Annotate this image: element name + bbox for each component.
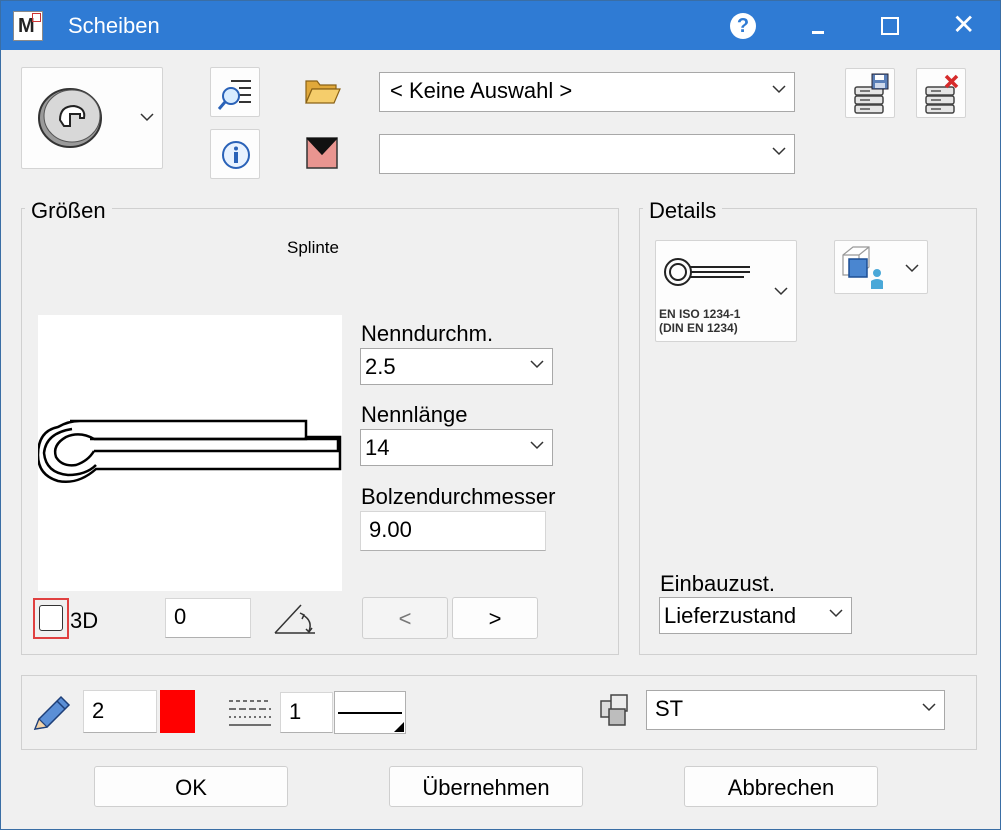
delete-database-button[interactable] [916, 68, 966, 118]
bolzen-label: Bolzendurchmesser [361, 484, 556, 509]
nenndurchm-value: 2.5 [365, 354, 396, 379]
app-icon-badge [32, 13, 41, 22]
folder-open-icon[interactable] [304, 77, 342, 105]
preview-caption: Splinte [287, 238, 339, 257]
view-3d-icon [842, 246, 883, 289]
selection-combo-value: < Keine Auswahl > [390, 78, 573, 103]
nennlaenge-label: Nennlänge [361, 402, 468, 427]
cotter-pin-icon [664, 258, 750, 286]
maximize-button[interactable] [854, 1, 926, 50]
next-button[interactable]: > [452, 597, 538, 639]
save-database-button[interactable] [845, 68, 895, 118]
angle-input[interactable]: 0 [165, 598, 251, 638]
line-type-input[interactable]: 1 [280, 692, 333, 733]
nennlaenge-value: 14 [365, 435, 390, 460]
info-icon [222, 141, 250, 169]
chevron-down-icon [774, 287, 788, 296]
minimize-button[interactable] [781, 1, 853, 50]
apply-button[interactable]: Übernehmen [389, 766, 583, 807]
prev-button[interactable]: < [362, 597, 448, 639]
database-delete-icon [925, 74, 959, 114]
chevron-down-icon [140, 113, 154, 122]
pen-color-swatch[interactable] [160, 690, 195, 733]
window-title: Scheiben [68, 13, 160, 38]
einbau-label: Einbauzust. [660, 571, 775, 596]
cancel-button[interactable]: Abbrechen [684, 766, 878, 807]
line-style-icon[interactable] [229, 699, 271, 727]
chevron-down-icon [772, 84, 786, 96]
database-save-icon [854, 73, 889, 114]
cotter-pin-preview [38, 419, 342, 483]
app-icon[interactable]: M [13, 11, 43, 41]
pen-icon[interactable] [29, 691, 73, 735]
minimize-icon [812, 31, 824, 34]
preview-canvas [38, 315, 342, 591]
chevron-down-icon [922, 702, 936, 714]
dialog-window: M Scheiben ? ✕ < Keine Auswahl > Größen … [0, 0, 1001, 830]
details-group-label: Details [643, 198, 723, 224]
bolzen-input[interactable]: 9.00 [360, 511, 546, 551]
einbau-value: Lieferzustand [664, 603, 797, 628]
close-icon: ✕ [952, 9, 976, 40]
washer-icon [38, 88, 102, 148]
ok-button[interactable]: OK [94, 766, 288, 807]
info-button[interactable] [210, 129, 260, 179]
nennlaenge-select[interactable]: 14 [360, 429, 553, 466]
dropdown-corner-icon [394, 722, 404, 732]
filter-list-button[interactable] [210, 67, 260, 117]
title-bar[interactable]: M Scheiben ? ✕ [1, 1, 1000, 50]
envelope-icon[interactable] [306, 137, 338, 169]
nenndurchm-select[interactable]: 2.5 [360, 348, 553, 385]
help-button[interactable]: ? [706, 1, 778, 50]
standard-line2: (DIN EN 1234) [659, 321, 738, 335]
chevron-down-icon [530, 440, 544, 452]
pen-width-input[interactable]: 2 [83, 690, 157, 733]
secondary-combo[interactable] [379, 134, 795, 174]
checkbox-3d-label: 3D [70, 608, 99, 633]
maximize-icon [881, 17, 899, 35]
filter-list-icon [217, 80, 251, 110]
layers-icon[interactable] [597, 693, 637, 729]
standard-line1: EN ISO 1234-1 [659, 307, 741, 321]
einbau-select[interactable]: Lieferzustand [659, 597, 852, 634]
line-style-sample [338, 712, 402, 714]
chevron-down-icon [772, 146, 786, 158]
standard-dropdown[interactable]: EN ISO 1234-1 (DIN EN 1234) [655, 240, 797, 342]
chevron-down-icon [905, 264, 919, 273]
angle-icon [274, 604, 315, 634]
chevron-down-icon [530, 359, 544, 371]
line-style-dropdown[interactable] [334, 691, 406, 734]
nenndurchm-label: Nenndurchm. [361, 321, 494, 346]
groessen-group-label: Größen [25, 198, 112, 224]
washer-type-dropdown[interactable] [21, 67, 163, 169]
view-3d-dropdown[interactable] [834, 240, 928, 294]
close-button[interactable]: ✕ [926, 1, 998, 50]
material-select[interactable]: ST [646, 690, 945, 730]
material-value: ST [655, 696, 684, 721]
help-icon: ? [730, 13, 756, 39]
chevron-down-icon [829, 608, 843, 620]
checkbox-3d[interactable] [39, 605, 63, 631]
selection-combo[interactable]: < Keine Auswahl > [379, 72, 795, 112]
